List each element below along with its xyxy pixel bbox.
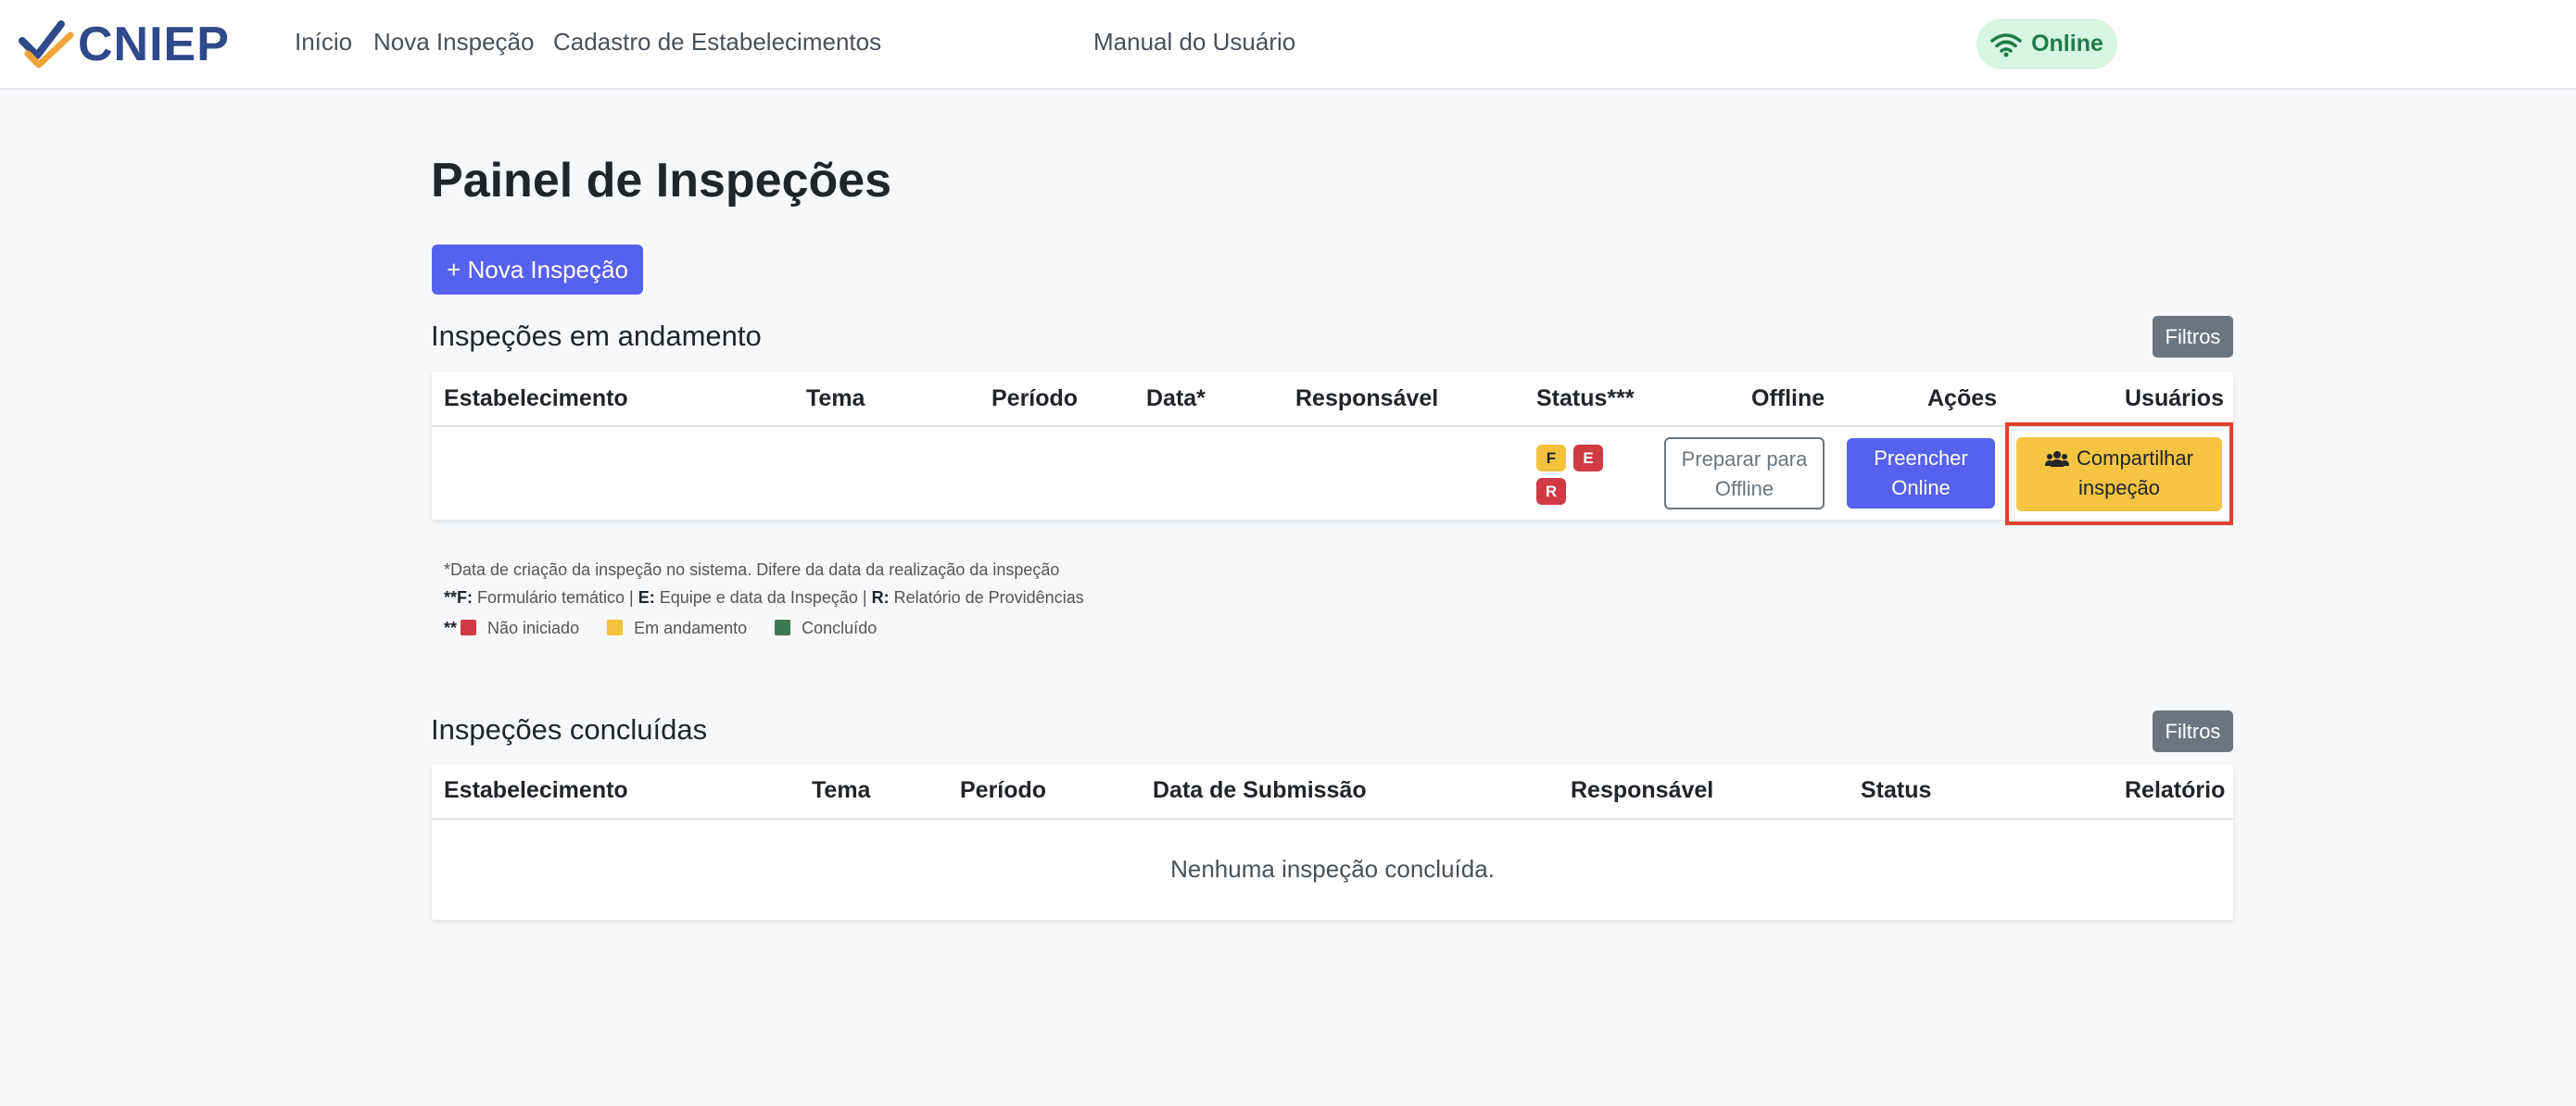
legend-in-progress: Em andamento — [634, 619, 748, 637]
column-header-periodo: Período — [991, 385, 1079, 411]
legend-f-text: Formulário temático | — [473, 588, 638, 607]
new-inspection-button[interactable]: + Nova Inspeção — [432, 245, 643, 295]
column-header-status: Status — [1861, 777, 1932, 803]
column-header-relatorio: Relatório — [2125, 777, 2226, 803]
in-progress-table: Estabelecimento Tema Período Data* Respo… — [432, 371, 2233, 525]
navbar: CNIEP Início Nova Inspeção Cadastro de E… — [0, 0, 2576, 90]
legend-r-key: R: — [871, 588, 890, 607]
fill-online-label-2: Online — [1891, 476, 1951, 499]
legend-e-key: E: — [638, 588, 655, 607]
completed-filter-button[interactable]: Filtros — [2153, 710, 2233, 752]
nav-link-manual[interactable]: Manual do Usuário — [1093, 28, 1295, 57]
fill-online-label-1: Preencher — [1874, 446, 1968, 470]
column-header-tema: Tema — [812, 777, 871, 803]
column-header-periodo: Período — [960, 777, 1047, 803]
nav-link-cadastro[interactable]: Cadastro de Estabelecimentos — [553, 28, 881, 57]
column-header-data: Data* — [1146, 385, 1206, 411]
legend-date-note: *Data de criação da inspeção no sistema.… — [444, 560, 1060, 579]
in-progress-title: Inspeções em andamento — [431, 320, 762, 352]
brand-logo[interactable]: CNIEP — [19, 17, 230, 72]
legend-colors: ** Não iniciado Em andamento Concluído — [444, 619, 877, 638]
red-swatch-icon — [461, 620, 477, 635]
in-progress-filter-button[interactable]: Filtros — [2153, 316, 2233, 358]
nav-link-nova-inspecao[interactable]: Nova Inspeção — [373, 28, 534, 57]
legend-r-text: Relatório de Providências — [889, 588, 1084, 607]
brand-name: CNIEP — [78, 18, 230, 71]
green-swatch-icon — [775, 620, 791, 635]
legend-not-started: Não iniciado — [487, 619, 580, 637]
prepare-offline-button[interactable]: Preparar para Offline — [1664, 437, 1825, 509]
header-divider — [432, 818, 2233, 820]
page-title: Painel de Inspeções — [431, 154, 892, 207]
status-badge-equipe: E — [1573, 445, 1603, 471]
completed-title: Inspeções concluídas — [431, 713, 708, 746]
column-header-status: Status*** — [1536, 385, 1635, 411]
prepare-offline-label-2: Offline — [1714, 477, 1774, 500]
empty-state-message: Nenhuma inspeção concluída. — [1170, 855, 1495, 883]
online-status-badge: Online — [1976, 19, 2117, 69]
column-header-responsavel: Responsável — [1295, 385, 1439, 411]
wifi-icon — [1990, 32, 2022, 57]
checkmark-logo-icon — [19, 20, 74, 69]
online-status-label: Online — [2031, 31, 2103, 57]
column-header-acoes: Ações — [1927, 385, 1998, 411]
legend-done: Concluído — [802, 619, 878, 637]
column-header-usuarios: Usuários — [2125, 385, 2224, 411]
status-badge-formulario: F — [1536, 445, 1566, 471]
column-header-responsavel: Responsável — [1571, 777, 1714, 803]
column-header-estabelecimento: Estabelecimento — [444, 777, 628, 803]
column-header-tema: Tema — [806, 385, 865, 411]
legend-color-prefix: ** — [444, 619, 458, 637]
share-inspection-label-1: Compartilhar — [2077, 446, 2193, 470]
share-inspection-button[interactable]: Compartilhar inspeção — [2016, 437, 2222, 511]
column-header-offline: Offline — [1751, 385, 1825, 411]
legend-f-key: **F: — [444, 588, 473, 607]
share-inspection-label-2: inspeção — [2077, 476, 2161, 499]
yellow-swatch-icon — [607, 620, 624, 635]
legend-e-text: Equipe e data da Inspeção | — [654, 588, 872, 607]
table-row: F E R Preparar para Offline Preencher On… — [432, 422, 2233, 525]
fill-online-button[interactable]: Preencher Online — [1847, 438, 1995, 509]
completed-table: Estabelecimento Tema Período Data de Sub… — [432, 764, 2233, 920]
status-badge-relatorio: R — [1536, 478, 1566, 505]
column-header-estabelecimento: Estabelecimento — [444, 385, 628, 411]
prepare-offline-label-1: Preparar para — [1681, 447, 1808, 471]
users-icon — [2045, 451, 2070, 468]
column-header-data-submissao: Data de Submissão — [1153, 777, 1367, 803]
legend-status-keys: **F: Formulário temático | E: Equipe e d… — [444, 588, 1084, 608]
nav-link-inicio[interactable]: Início — [295, 28, 352, 57]
